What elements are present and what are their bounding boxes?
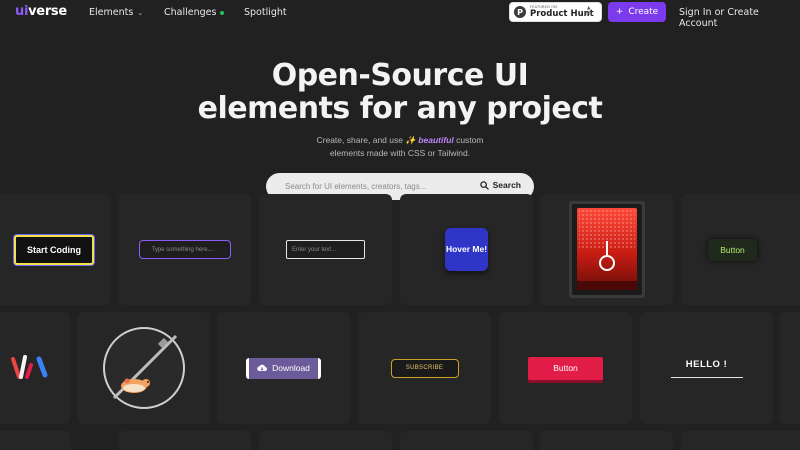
power-switch-icon[interactable] (568, 201, 645, 298)
hero-title-line1: Open-Source UI (271, 58, 529, 93)
product-hunt-vote-count: 881 (584, 11, 593, 17)
card-hamster-loader[interactable] (77, 312, 210, 424)
hero-title: Open-Source UI elements for any project (0, 59, 800, 125)
upvote-arrow-icon: ▲ (586, 6, 591, 11)
card-partial-right[interactable] (780, 312, 800, 424)
top-nav: uiverse Elements ⌄ Challenges Spotlight … (0, 0, 800, 29)
nav-elements[interactable]: Elements ⌄ (89, 7, 143, 18)
card-green-button[interactable]: Button (681, 194, 800, 305)
card-row3-5[interactable] (540, 431, 673, 450)
download-button[interactable]: Download (246, 357, 321, 379)
subscribe-button[interactable]: SUBSCRIBE (390, 358, 459, 378)
uiverse-logo[interactable]: uiverse (15, 4, 67, 19)
hero-subtitle: Create, share, and use ✨ beautiful custo… (0, 134, 800, 160)
card-row3-2[interactable] (118, 431, 251, 450)
nav-challenges[interactable]: Challenges (164, 7, 225, 18)
card-row3-6[interactable] (681, 431, 800, 450)
card-start-coding[interactable]: Start Coding (0, 194, 110, 305)
product-hunt-votes: ▲ 881 (584, 6, 593, 18)
nav-challenges-label: Challenges (164, 7, 217, 18)
search-button[interactable]: Search (479, 180, 521, 190)
hello-text: HELLO ! (670, 359, 743, 378)
sparkle-icon: ✨ (405, 135, 419, 145)
hero-title-line2: elements for any project (197, 91, 603, 126)
hover-me-label: Hover Me! (445, 244, 488, 254)
product-hunt-icon: P (514, 6, 526, 18)
card-row3-4[interactable] (400, 431, 533, 450)
red-button[interactable]: Button (528, 356, 603, 380)
create-button-label: Create (628, 7, 659, 17)
card-logo-strokes[interactable] (0, 312, 70, 424)
download-button-label: Download (272, 363, 310, 373)
hero-subtitle-line2: elements made with CSS or Tailwind. (329, 148, 471, 158)
sign-in-link[interactable]: Sign In or Create Account (679, 7, 800, 29)
chevron-down-icon: ⌄ (137, 8, 144, 17)
nav-spotlight-label: Spotlight (244, 7, 287, 18)
search-button-label: Search (492, 180, 521, 190)
card-input-white[interactable]: Enter your text... (259, 194, 392, 305)
new-indicator-dot (220, 10, 225, 15)
card-row3-3[interactable] (259, 431, 392, 450)
cloud-download-icon (257, 364, 268, 372)
product-hunt-badge[interactable]: P FEATURED ON Product Hunt ▲ 881 (509, 2, 602, 22)
card-input-purple[interactable]: Type something here.... (118, 194, 251, 305)
hamster-wheel-icon (102, 327, 185, 409)
card-subscribe-button[interactable]: SUBSCRIBE (358, 312, 491, 424)
white-text-input[interactable]: Enter your text... (286, 240, 365, 259)
search-icon (479, 180, 489, 190)
card-red-button[interactable]: Button (499, 312, 632, 424)
card-download-button[interactable]: Download (217, 312, 350, 424)
nav-elements-label: Elements (89, 7, 134, 18)
card-hello-text[interactable]: HELLO ! (640, 312, 773, 424)
plus-icon: + (615, 7, 624, 17)
start-coding-button[interactable]: Start Coding (14, 234, 94, 265)
card-hover-me[interactable]: Hover Me! (400, 194, 533, 305)
hover-me-button[interactable]: Hover Me! (445, 228, 488, 271)
hero-subtitle-part1: Create, share, and use (316, 135, 406, 145)
green-glow-button[interactable]: Button (708, 238, 757, 261)
hero-subtitle-part2: custom (453, 135, 484, 145)
create-button[interactable]: + Create (608, 2, 666, 22)
card-row3-1[interactable] (0, 431, 70, 450)
nav-spotlight[interactable]: Spotlight (244, 7, 287, 18)
card-power-switch[interactable] (540, 194, 673, 305)
colorful-strokes-icon (11, 355, 48, 379)
hero-subtitle-highlight: beautiful (418, 135, 454, 145)
search-input[interactable]: Search for UI elements, creators, tags..… (285, 182, 426, 191)
purple-text-input[interactable]: Type something here.... (138, 240, 231, 259)
